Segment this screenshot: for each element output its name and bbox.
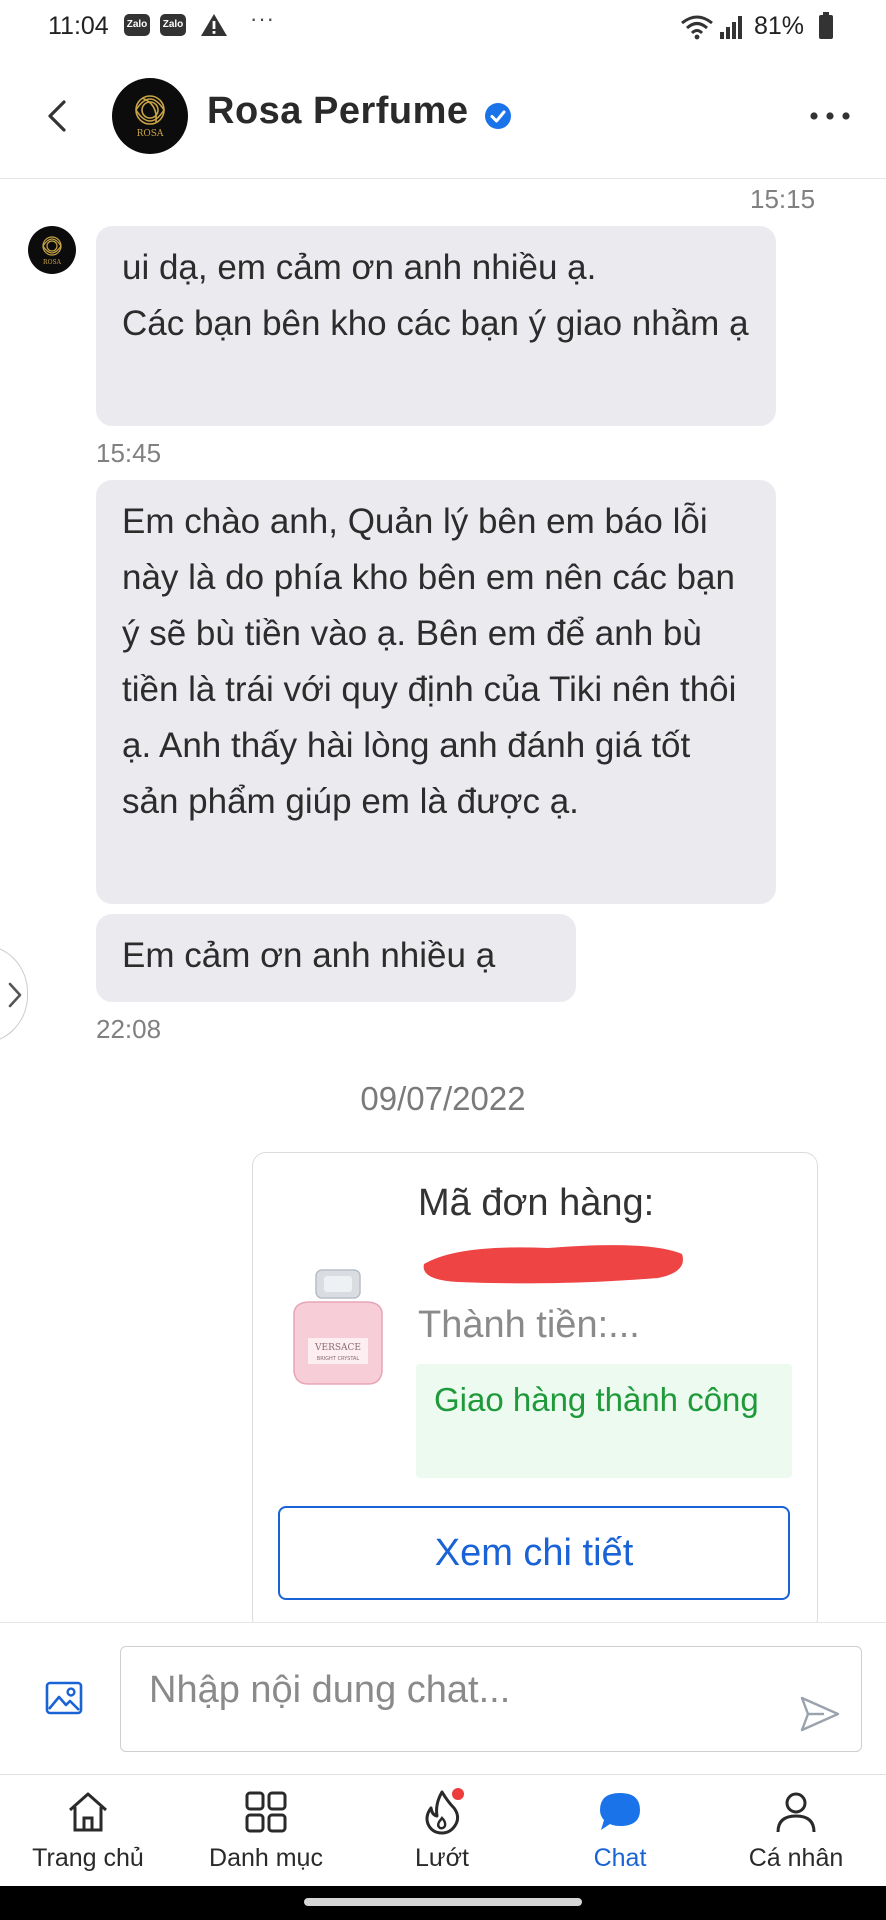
chat-icon [600, 1793, 640, 1830]
chat-message-input[interactable]: Nhập nội dung chat... [120, 1646, 862, 1752]
verified-badge-icon [485, 103, 511, 129]
sender-avatar: ROSA [28, 226, 76, 274]
status-bar: 11:04 Zalo Zalo ··· 81% [0, 0, 886, 56]
battery-icon [819, 12, 833, 39]
home-gesture-handle[interactable] [304, 1898, 582, 1906]
message-text: Em chào anh, Quản lý bên em báo lỗi này … [122, 502, 737, 821]
wifi-icon [681, 15, 713, 40]
redacted-order-id [423, 1245, 683, 1284]
person-icon [776, 1792, 816, 1833]
nav-browse[interactable]: Lướt [362, 1782, 522, 1882]
shop-name[interactable]: Rosa Perfume [207, 90, 469, 133]
back-button[interactable] [38, 96, 78, 136]
chat-input-placeholder: Nhập nội dung chat... [149, 1669, 511, 1711]
message-timestamp: 22:08 [96, 1014, 162, 1044]
more-options-icon[interactable] [806, 98, 854, 134]
zalo-notification-icon: Zalo [160, 14, 186, 36]
perfume-bottle-image: VERSACE BRIGHT CRYSTAL [293, 1269, 383, 1385]
nav-label: Trang chủ [32, 1844, 144, 1872]
nav-label: Danh mục [209, 1844, 323, 1872]
chevron-right-icon [8, 982, 22, 1008]
zalo-notification-icon: Zalo [124, 14, 150, 36]
message-bubble[interactable]: ui dạ, em cảm ơn anh nhiều ạ. Các bạn bê… [96, 226, 776, 426]
product-sub-text: BRIGHT CRYSTAL [317, 1356, 360, 1362]
message-bubble[interactable]: Em cảm ơn anh nhiều ạ [96, 914, 576, 1002]
nav-categories[interactable]: Danh mục [186, 1782, 346, 1882]
message-text: Em cảm ơn anh nhiều ạ [122, 936, 496, 975]
order-id-label: Mã đơn hàng: [418, 1182, 655, 1224]
nav-label: Lướt [415, 1844, 469, 1872]
avatar-logo-text: ROSA [137, 129, 164, 139]
signal-icon [720, 16, 742, 39]
grid-icon [245, 1791, 287, 1833]
status-time: 11:04 [48, 12, 109, 40]
nav-profile[interactable]: Cá nhân [716, 1782, 876, 1882]
amount-label: Thành tiền:... [418, 1304, 640, 1346]
view-details-button[interactable]: Xem chi tiết [278, 1506, 790, 1600]
message-text: ui dạ, em cảm ơn anh nhiều ạ. Các bạn bê… [122, 248, 749, 343]
chat-header: ROSA Rosa Perfume [0, 56, 886, 179]
delivery-status-text: Giao hàng thành công [434, 1381, 759, 1418]
message-bubble[interactable]: Em chào anh, Quản lý bên em báo lỗi này … [96, 480, 776, 904]
message-timestamp: 15:15 [750, 184, 816, 214]
date-separator: 09/07/2022 [360, 1080, 526, 1117]
nav-home[interactable]: Trang chủ [8, 1782, 168, 1882]
home-icon [69, 1792, 107, 1832]
nav-chat[interactable]: Chat [540, 1782, 700, 1882]
battery-percentage: 81% [754, 12, 805, 40]
send-icon[interactable] [798, 1692, 842, 1736]
rose-logo-icon: ROSA [42, 236, 62, 266]
image-upload-icon[interactable] [44, 1678, 84, 1718]
flame-icon [425, 1788, 464, 1835]
avatar-logo-text: ROSA [43, 259, 62, 266]
warning-icon [201, 14, 227, 36]
product-brand-text: VERSACE [314, 1343, 361, 1353]
shop-avatar[interactable]: ROSA [112, 78, 188, 154]
rose-logo-icon: ROSA [135, 95, 165, 139]
more-notifications: ··· [250, 6, 275, 31]
side-panel-handle[interactable] [0, 944, 28, 1044]
nav-label: Cá nhân [748, 1844, 844, 1872]
nav-label: Chat [593, 1844, 647, 1872]
delivery-status-badge: Giao hàng thành công [416, 1364, 792, 1478]
message-timestamp: 15:45 [96, 438, 162, 468]
